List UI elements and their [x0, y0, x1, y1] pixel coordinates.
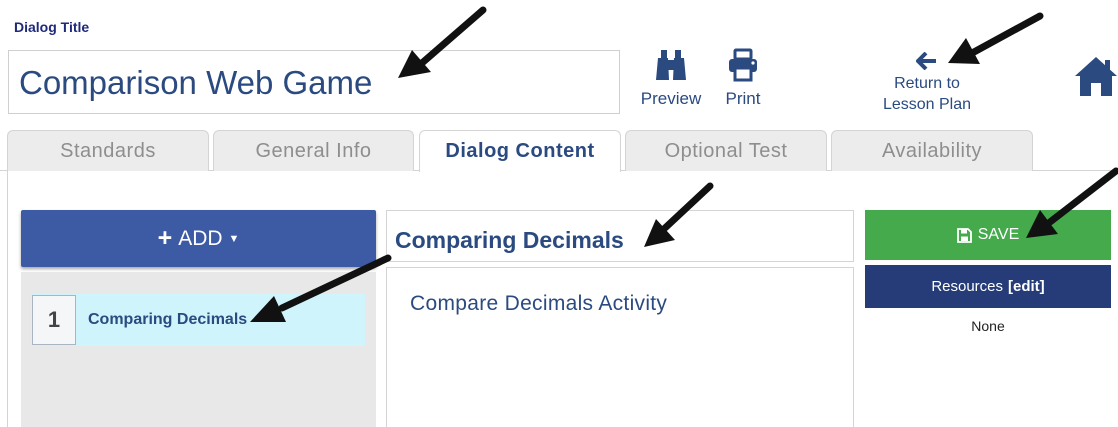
item-number: 1	[32, 295, 76, 345]
tab-dialog-content[interactable]: Dialog Content	[419, 130, 621, 172]
arrow-left-icon	[916, 51, 938, 74]
home-button[interactable]	[1074, 54, 1118, 98]
dialog-title-label: Dialog Title	[14, 19, 90, 35]
activity-link[interactable]: Compare Decimals Activity	[410, 292, 667, 316]
preview-button[interactable]: Preview	[636, 48, 706, 109]
floppy-disk-icon	[956, 227, 972, 243]
print-label: Print	[725, 89, 761, 108]
item-label: Comparing Decimals	[88, 311, 248, 328]
save-button[interactable]: SAVE	[865, 210, 1111, 260]
home-icon	[1074, 57, 1118, 102]
printer-icon	[726, 48, 760, 86]
resources-value: None	[971, 318, 1005, 334]
resources-header: Resources [edit]	[865, 265, 1111, 308]
save-label: SAVE	[977, 226, 1020, 243]
dialog-title-input[interactable]	[19, 61, 609, 105]
content-body: Compare Decimals Activity	[386, 267, 854, 427]
tab-general-info[interactable]: General Info	[213, 130, 414, 171]
return-to-lesson-plan-link[interactable]: Return to Lesson Plan	[872, 51, 982, 115]
return-label-line2: Lesson Plan	[882, 96, 972, 113]
plus-icon: +	[157, 224, 173, 252]
print-button[interactable]: Print	[718, 48, 768, 109]
dialog-title-field	[8, 50, 620, 114]
tab-availability[interactable]: Availability	[831, 130, 1033, 171]
binoculars-icon	[654, 50, 688, 86]
preview-label: Preview	[640, 89, 702, 108]
add-dropdown-button[interactable]: + ADD ▼	[21, 210, 376, 267]
content-title-header: Comparing Decimals	[386, 210, 854, 262]
content-title: Comparing Decimals	[395, 227, 624, 253]
tab-standards[interactable]: Standards	[7, 130, 209, 171]
add-label: ADD	[178, 226, 223, 250]
tab-optional-test[interactable]: Optional Test	[625, 130, 827, 171]
content-frame-border	[7, 171, 8, 427]
return-label-line1: Return to	[894, 75, 960, 92]
resources-label: Resources	[931, 278, 1004, 295]
resources-edit-link[interactable]: [edit]	[1008, 278, 1045, 295]
caret-down-icon: ▼	[228, 232, 240, 245]
list-item[interactable]: 1 Comparing Decimals	[31, 294, 365, 346]
